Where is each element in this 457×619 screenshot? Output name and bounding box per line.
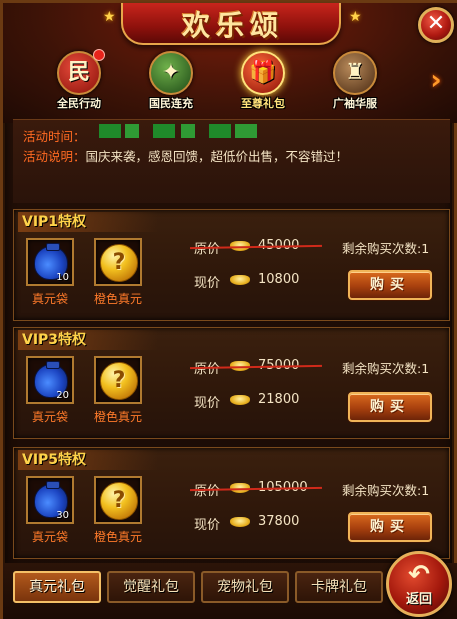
title-banner: 欢乐颂 xyxy=(121,3,341,45)
remaining-label: 剩余购买次数: xyxy=(342,483,422,498)
item-slot-orb[interactable]: ? xyxy=(94,356,142,404)
tab-kapai-libao[interactable]: 卡牌礼包 xyxy=(295,571,383,603)
back-label: 返回 xyxy=(405,592,432,607)
notification-dot xyxy=(93,49,105,61)
tab-guomin-lianchong[interactable]: ✦ 国民连充 xyxy=(131,51,211,117)
event-tabs: 民 全民行动 ✦ 国民连充 🎁 至尊礼包 ♜ 广袖华服 xyxy=(39,49,419,117)
remaining-count: 1 xyxy=(421,483,430,498)
buy-button[interactable]: 购买 xyxy=(348,392,432,422)
event-time-row: 活动时间： xyxy=(23,126,86,145)
tab-label: 广袖华服 xyxy=(333,97,377,110)
current-price: 10800 xyxy=(258,272,300,287)
tab-guangxiu-huafu[interactable]: ♜ 广袖华服 xyxy=(315,51,395,117)
event-time-label: 活动时间： xyxy=(23,129,86,144)
gold-ingot-icon xyxy=(230,517,250,527)
tab-label: 全民行动 xyxy=(57,97,101,110)
redacted-block xyxy=(209,124,231,138)
remaining-purchases: 剩余购买次数:1 xyxy=(342,358,429,377)
item-quantity: 30 xyxy=(56,510,69,521)
event-desc-text: 国庆来袭，感恩回馈，超低价出售，不容错过！ xyxy=(85,149,349,164)
remaining-label: 剩余购买次数: xyxy=(342,241,422,256)
vip-title: VIP5特权 xyxy=(18,450,158,470)
gold-ingot-icon xyxy=(230,395,250,405)
remaining-count: 1 xyxy=(421,241,430,256)
current-price-label: 现价 xyxy=(194,276,221,291)
vip-package-card: VIP5特权 30 真元袋 ? 橙色真元 原价 105000 现价 37800 … xyxy=(13,447,450,559)
remaining-count: 1 xyxy=(421,361,430,376)
tab-zhizun-libao[interactable]: 🎁 至尊礼包 xyxy=(223,51,303,117)
redacted-block xyxy=(125,124,139,138)
remaining-purchases: 剩余购买次数:1 xyxy=(342,238,429,257)
star-decoration-icon: ★ xyxy=(103,9,116,25)
item-slot-pouch[interactable]: 30 xyxy=(26,476,74,524)
gift-box-icon: 🎁 xyxy=(241,51,285,95)
fireworks-icon: ✦ xyxy=(149,51,193,95)
tab-chongwu-libao[interactable]: 宠物礼包 xyxy=(201,571,289,603)
gold-orb-icon: ? xyxy=(100,482,138,520)
close-icon: ✕ xyxy=(426,11,446,36)
tab-label: 国民连充 xyxy=(149,97,193,110)
redacted-block xyxy=(181,124,195,138)
armor-icon: ♜ xyxy=(333,51,377,95)
star-decoration-icon: ★ xyxy=(349,9,362,25)
vip-package-card: VIP3特权 20 真元袋 ? 橙色真元 原价 75000 现价 21800 剩… xyxy=(13,327,450,439)
item-quantity: 10 xyxy=(56,272,69,283)
window-title: 欢乐颂 xyxy=(181,9,284,42)
item-label: 橙色真元 xyxy=(93,530,142,544)
tab-quanmin-xingdong[interactable]: 民 全民行动 xyxy=(39,49,119,117)
event-desc-row: 活动说明：国庆来袭，感恩回馈，超低价出售，不容错过！ xyxy=(23,146,348,165)
item-quantity: 20 xyxy=(56,390,69,401)
vip-package-card: VIP1特权 10 真元袋 ? 橙色真元 原价 45000 现价 10800 剩… xyxy=(13,209,450,321)
tab-label: 至尊礼包 xyxy=(241,97,285,110)
item-slot-orb[interactable]: ? xyxy=(94,238,142,286)
vip-title: VIP3特权 xyxy=(18,330,158,350)
buy-button[interactable]: 购买 xyxy=(348,270,432,300)
back-button[interactable]: ↶ 返回 xyxy=(386,551,452,617)
vip-title: VIP1特权 xyxy=(18,212,158,232)
back-arrow-icon: ↶ xyxy=(408,560,430,590)
item-label: 真元袋 xyxy=(31,410,68,424)
current-price: 21800 xyxy=(258,392,300,407)
item-slot-pouch[interactable]: 10 xyxy=(26,238,74,286)
event-window: ★ ★ ★ ★ 欢乐颂 ✕ 民 全民行动 ✦ 国民连充 xyxy=(0,0,457,619)
gold-orb-icon: ? xyxy=(100,362,138,400)
redacted-block xyxy=(99,124,121,138)
tab-juexing-libao[interactable]: 觉醒礼包 xyxy=(107,571,195,603)
item-label: 橙色真元 xyxy=(93,292,142,306)
redacted-block xyxy=(153,124,175,138)
tab-zhenyuan-libao[interactable]: 真元礼包 xyxy=(13,571,101,603)
event-desc-label: 活动说明： xyxy=(23,149,86,164)
item-slot-pouch[interactable]: 20 xyxy=(26,356,74,404)
item-label: 橙色真元 xyxy=(93,410,142,424)
buy-button[interactable]: 购买 xyxy=(348,512,432,542)
remaining-label: 剩余购买次数: xyxy=(342,361,422,376)
item-label: 真元袋 xyxy=(31,292,68,306)
chevron-right-icon[interactable]: › xyxy=(424,65,448,95)
event-info-panel: 活动时间： 活动说明：国庆来袭，感恩回馈，超低价出售，不容错过！ xyxy=(13,119,450,203)
gold-ingot-icon xyxy=(230,275,250,285)
redacted-block xyxy=(235,124,257,138)
item-label: 真元袋 xyxy=(31,530,68,544)
gold-orb-icon: ? xyxy=(100,244,138,282)
item-slot-orb[interactable]: ? xyxy=(94,476,142,524)
current-price-label: 现价 xyxy=(194,518,221,533)
header: ★ ★ ★ ★ 欢乐颂 ✕ 民 全民行动 ✦ 国民连充 xyxy=(3,3,457,123)
current-price-label: 现价 xyxy=(194,396,221,411)
current-price: 37800 xyxy=(258,514,300,529)
close-button[interactable]: ✕ xyxy=(418,7,454,43)
remaining-purchases: 剩余购买次数:1 xyxy=(342,480,429,499)
